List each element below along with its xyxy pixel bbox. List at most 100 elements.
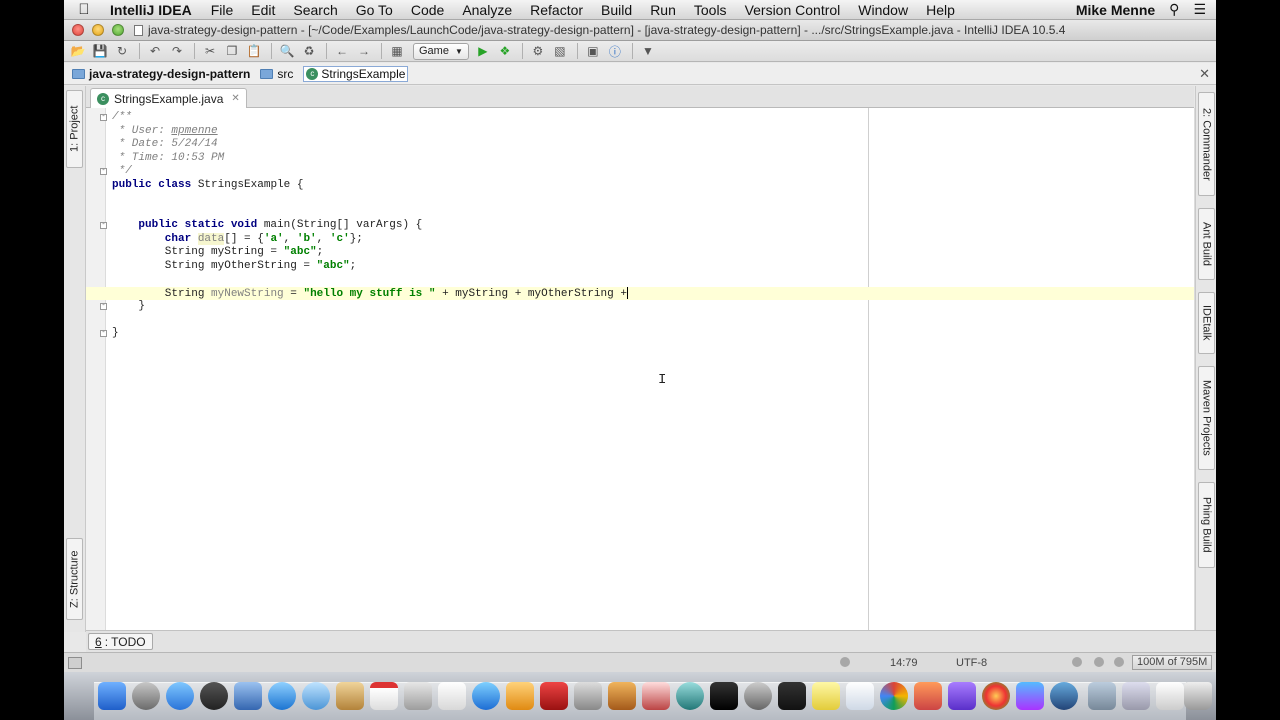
visual-studio-icon[interactable] [948,682,976,710]
code-line[interactable]: - public static void main(String[] varAr… [86,219,1194,233]
garageband-icon[interactable] [608,682,636,710]
photo-app-icon[interactable] [540,682,568,710]
close-window-button[interactable] [72,24,84,36]
safari-icon[interactable] [268,682,296,710]
make-project-icon[interactable]: ▦ [387,42,407,60]
memory-indicator[interactable]: 100M of 795M [1132,655,1213,670]
code-line[interactable]: String myOtherString = "abc"; [86,260,1194,274]
editor-tab-stringsexample[interactable]: c StringsExample.java ✕ [90,88,247,108]
menu-tools[interactable]: Tools [685,2,736,18]
notification-list-icon[interactable]: ☰ [1193,1,1206,18]
tool-tab-phing-build[interactable]: Phing Build [1198,482,1215,568]
code-line[interactable]: - */ [86,165,1194,179]
menu-goto[interactable]: Go To [347,2,402,18]
terminal-icon[interactable] [710,682,738,710]
pdf-stack-icon[interactable] [1156,682,1184,710]
code-line[interactable]: * User: mpmenne [86,125,1194,139]
current-code-line[interactable]: String myNewString = "hello my stuff is … [86,286,1194,300]
menu-help[interactable]: Help [917,2,964,18]
toolbar-dropdown-icon[interactable]: ▼ [638,42,658,60]
tool-tab-maven-projects[interactable]: Maven Projects [1198,366,1215,470]
inspector-icon[interactable] [1072,657,1082,667]
trash-icon[interactable] [1184,682,1212,710]
fold-icon[interactable]: - [100,330,107,337]
fold-icon[interactable]: - [100,168,107,175]
synchronize-icon[interactable]: ↻ [112,42,132,60]
preview-icon[interactable] [234,682,262,710]
replace-icon[interactable]: ♻ [299,42,319,60]
paste-icon[interactable]: 📋 [244,42,264,60]
menu-refactor[interactable]: Refactor [521,2,592,18]
documents-folder-icon[interactable] [1122,682,1150,710]
code-line[interactable]: - } [86,300,1194,314]
code-line[interactable]: char data[] = {'a', 'b', 'c'}; [86,232,1194,247]
redo-icon[interactable]: ↷ [167,42,187,60]
breadcrumb-project[interactable]: java-strategy-design-pattern [72,67,250,81]
copy-icon[interactable]: ❐ [222,42,242,60]
tool-tab-commander[interactable]: 2: Commander [1198,92,1215,196]
mission-control-icon[interactable] [200,682,228,710]
fold-icon[interactable]: - [100,114,107,121]
guitar-icon[interactable] [642,682,670,710]
code-line[interactable]: - /** [86,111,1194,125]
tool-tab-todo[interactable]: 6 : TODO [88,633,153,650]
file-encoding[interactable]: UTF-8 [956,657,987,669]
plugins-icon[interactable]: ▣ [583,42,603,60]
minimize-window-button[interactable] [92,24,104,36]
lock-status-icon[interactable] [840,657,850,667]
menu-run[interactable]: Run [641,2,685,18]
calendar-icon[interactable] [370,682,398,710]
open-folder-icon[interactable]: 📂 [68,42,88,60]
sublime-icon[interactable] [914,682,942,710]
project-structure-icon[interactable]: ▧ [550,42,570,60]
gems-icon[interactable] [982,682,1010,710]
close-tab-icon[interactable]: ✕ [231,93,239,104]
event-log-icon[interactable] [1114,657,1124,667]
launchpad-icon[interactable] [132,682,160,710]
menu-build[interactable]: Build [592,2,641,18]
find-icon[interactable]: 🔍 [277,42,297,60]
menu-edit[interactable]: Edit [242,2,284,18]
applications-folder-icon[interactable] [1088,682,1116,710]
toggle-tool-windows-icon[interactable] [68,656,82,669]
chrome-icon[interactable] [880,682,908,710]
code-editor[interactable]: - /** * User: mpmenne * Date: 5/24/14 * … [86,108,1194,630]
time-machine-icon[interactable] [676,682,704,710]
menu-analyze[interactable]: Analyze [453,2,521,18]
settings-icon[interactable]: ⚙ [528,42,548,60]
tool-tab-structure[interactable]: Z: Structure [66,538,83,620]
ibooks-icon[interactable] [506,682,534,710]
code-line[interactable]: * Date: 5/24/14 [86,138,1194,152]
fold-icon[interactable]: - [100,303,107,310]
menu-code[interactable]: Code [402,2,453,18]
code-line[interactable]: String myString = "abc"; [86,246,1194,260]
caret-position[interactable]: 14:79 [890,657,918,669]
tool-tab-idetalk[interactable]: IDEtalk [1198,292,1215,354]
finder-icon[interactable] [98,682,126,710]
close-icon[interactable]: ✕ [1199,66,1210,82]
debug-icon[interactable]: ❖ [495,42,515,60]
tool-tab-project[interactable]: 1: Project [66,90,83,168]
stickies-icon[interactable] [812,682,840,710]
app-store-icon[interactable] [166,682,194,710]
menu-window[interactable]: Window [849,2,917,18]
code-line[interactable]: * Time: 10:53 PM [86,152,1194,166]
activity-monitor-icon[interactable] [778,682,806,710]
menu-version-control[interactable]: Version Control [736,2,850,18]
textedit-icon[interactable] [846,682,874,710]
app-menu[interactable]: IntelliJ IDEA [104,2,202,18]
messages-icon[interactable] [302,682,330,710]
xcode-icon[interactable] [574,682,602,710]
save-all-icon[interactable]: 💾 [90,42,110,60]
document-proxy-icon[interactable] [134,24,143,36]
apple-icon[interactable]:  [64,1,104,18]
breadcrumb-class[interactable]: c StringsExample [303,65,409,82]
help-icon[interactable]: ⓘ [605,42,625,60]
code-line[interactable]: public class StringsExample { [86,179,1194,193]
back-icon[interactable]: ← [332,42,352,60]
readonly-toggle-icon[interactable] [1094,657,1104,667]
menu-search[interactable]: Search [284,2,346,18]
intellij-icon[interactable] [1016,682,1044,710]
zoom-window-button[interactable] [112,24,124,36]
menu-file[interactable]: File [202,2,243,18]
